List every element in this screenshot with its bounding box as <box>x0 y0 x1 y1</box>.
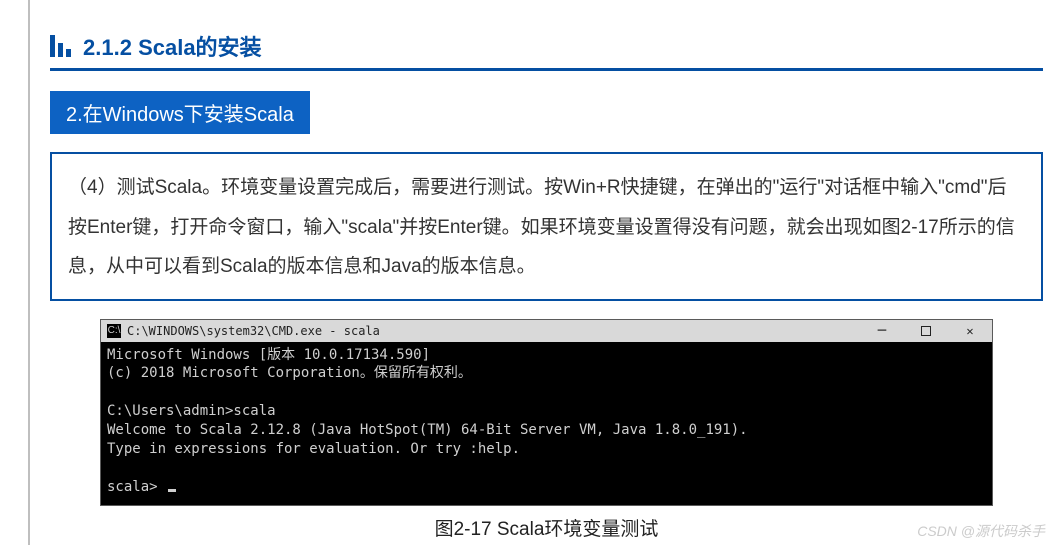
minimize-button[interactable]: ─ <box>860 320 904 342</box>
terminal-line: Type in expressions for evaluation. Or t… <box>107 441 520 457</box>
bar-chart-icon <box>50 35 71 57</box>
terminal-prompt: scala> <box>107 479 166 495</box>
subsection-heading: 2.在Windows下安装Scala <box>50 91 310 134</box>
vertical-divider <box>28 0 30 545</box>
terminal-line: Microsoft Windows [版本 10.0.17134.590] <box>107 347 430 363</box>
close-button[interactable]: ✕ <box>948 320 992 342</box>
section-name: Scala的安装 <box>138 35 262 60</box>
instruction-box: （4）测试Scala。环境变量设置完成后，需要进行测试。按Win+R快捷键，在弹… <box>50 152 1043 301</box>
terminal-window: C:\ C:\WINDOWS\system32\CMD.exe - scala … <box>100 319 993 506</box>
section-title: 2.1.2 Scala的安装 <box>83 30 262 62</box>
terminal-cursor <box>168 489 176 492</box>
section-heading: 2.1.2 Scala的安装 <box>50 30 1043 71</box>
maximize-icon <box>921 326 931 336</box>
window-controls: ─ ✕ <box>860 320 992 342</box>
terminal-body: Microsoft Windows [版本 10.0.17134.590] (c… <box>101 342 992 505</box>
terminal-title: C:\WINDOWS\system32\CMD.exe - scala <box>127 324 860 338</box>
cmd-icon: C:\ <box>107 324 121 338</box>
terminal-line: C:\Users\admin>scala <box>107 403 276 419</box>
figure-caption: 图2-17 Scala环境变量测试 <box>50 514 1043 541</box>
terminal-figure: C:\ C:\WINDOWS\system32\CMD.exe - scala … <box>100 319 993 506</box>
terminal-line: (c) 2018 Microsoft Corporation。保留所有权利。 <box>107 365 472 381</box>
terminal-titlebar: C:\ C:\WINDOWS\system32\CMD.exe - scala … <box>101 320 992 342</box>
instruction-text: （4）测试Scala。环境变量设置完成后，需要进行测试。按Win+R快捷键，在弹… <box>68 168 1025 287</box>
maximize-button[interactable] <box>904 320 948 342</box>
document-content: 2.1.2 Scala的安装 2.在Windows下安装Scala （4）测试S… <box>50 0 1055 541</box>
terminal-line: Welcome to Scala 2.12.8 (Java HotSpot(TM… <box>107 422 748 438</box>
section-number: 2.1.2 <box>83 35 132 60</box>
